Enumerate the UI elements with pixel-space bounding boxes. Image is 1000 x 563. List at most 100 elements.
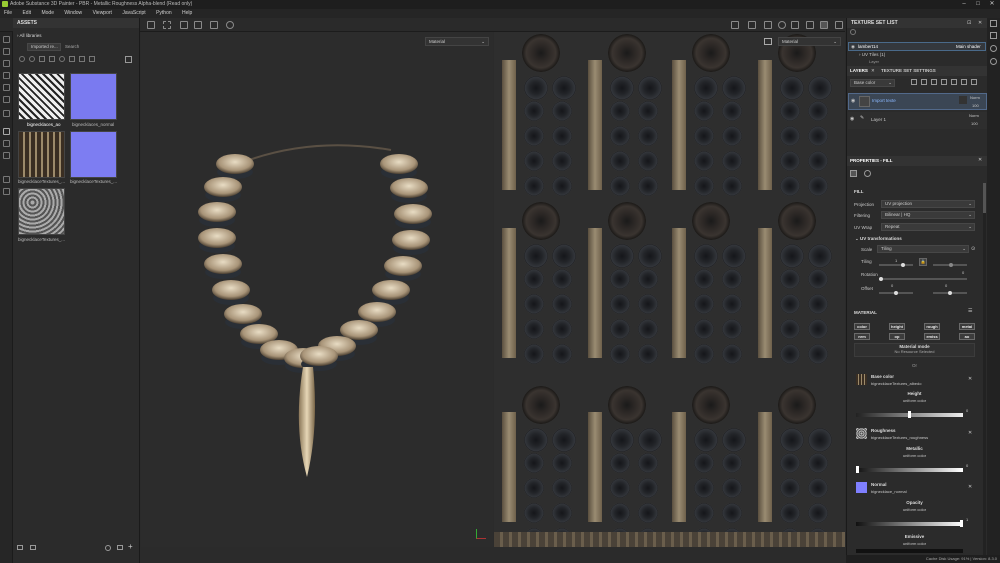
- texture-set-item[interactable]: ◉ lambert14 Main shader: [848, 42, 986, 51]
- display-settings-icon[interactable]: [3, 140, 10, 147]
- screenshot-icon[interactable]: [835, 21, 843, 29]
- add-mask-icon[interactable]: [921, 79, 927, 85]
- scale-dropdown[interactable]: Tiling ⌄: [877, 245, 969, 253]
- menu-javascript[interactable]: JavaScript: [122, 10, 145, 16]
- texture-set-dock-icon[interactable]: [990, 20, 997, 27]
- uv-transformations-label[interactable]: ⌄ UV transformations: [855, 236, 902, 242]
- layer-visibility-icon[interactable]: ◉: [851, 98, 855, 104]
- tiling-lock-icon[interactable]: 🔒: [919, 258, 927, 266]
- paint-tool-icon[interactable]: [3, 36, 10, 43]
- split-icon[interactable]: [194, 21, 202, 29]
- delete-layer-icon[interactable]: [971, 79, 977, 85]
- opacity-slider[interactable]: [856, 522, 963, 526]
- filtering-dropdown[interactable]: Bilinear | HQ ⌄: [881, 211, 975, 219]
- add-folder-icon[interactable]: [961, 79, 967, 85]
- info-dock-icon[interactable]: [990, 58, 997, 65]
- scale-link-icon[interactable]: ⊙: [971, 246, 975, 252]
- add-smart-material-icon[interactable]: [951, 79, 957, 85]
- fill-tab-icon[interactable]: [850, 170, 857, 177]
- layer-row[interactable]: ◉ Import texte Norm 100: [848, 93, 987, 110]
- roughness-swatch[interactable]: [856, 428, 867, 439]
- material-tab-icon[interactable]: [864, 170, 871, 177]
- grid-toggle-icon[interactable]: [125, 56, 132, 63]
- filters-icon[interactable]: [69, 56, 75, 62]
- material-mode-box[interactable]: Material mode No Resource Selected: [854, 343, 975, 357]
- emissive-color-bar[interactable]: [856, 549, 963, 553]
- alphas-icon[interactable]: [79, 56, 85, 62]
- log-icon[interactable]: [3, 188, 10, 195]
- layer-blend-mode[interactable]: Norm: [970, 95, 980, 100]
- channel-color-toggle[interactable]: color: [854, 323, 870, 330]
- camera-2d-icon[interactable]: [764, 21, 772, 29]
- viewport-2d[interactable]: Material ⌄: [494, 32, 845, 547]
- channel-metal-toggle[interactable]: metal: [959, 323, 975, 330]
- metallic-slider[interactable]: [856, 468, 963, 472]
- add-paint-layer-icon[interactable]: [931, 79, 937, 85]
- history-panel-icon[interactable]: [3, 176, 10, 183]
- projection-dropdown[interactable]: UV projection ⌄: [881, 200, 975, 208]
- polygon-fill-icon[interactable]: [3, 72, 10, 79]
- channel-ao-toggle[interactable]: ao: [959, 333, 975, 340]
- video-camera-icon[interactable]: [791, 21, 799, 29]
- tab-layers[interactable]: LAYERS: [850, 68, 868, 73]
- maximize-button[interactable]: □: [972, 0, 984, 9]
- materials-icon[interactable]: [29, 56, 35, 62]
- properties-scrollbar[interactable]: [983, 183, 986, 563]
- texture-set-pin-icon[interactable]: ⊡: [967, 20, 971, 26]
- bake-icon[interactable]: [3, 128, 10, 135]
- tab-close-icon[interactable]: ✕: [871, 68, 875, 74]
- layer-row[interactable]: ◉ ✎ Layer 1 Norm 100: [848, 112, 987, 129]
- uv-wrap-dropdown[interactable]: Repeat ⌄: [881, 223, 975, 231]
- layers-dock-icon[interactable]: [990, 32, 997, 39]
- eye-icon[interactable]: ◉: [851, 44, 855, 50]
- asset-thumb-roughness[interactable]: [18, 188, 65, 235]
- metallic-slider-handle[interactable]: [856, 466, 859, 473]
- list-view-icon[interactable]: [17, 545, 23, 550]
- properties-close-icon[interactable]: ✕: [978, 157, 982, 163]
- smudge-tool-icon[interactable]: [3, 84, 10, 91]
- opacity-slider-handle[interactable]: [960, 520, 963, 527]
- shader-settings-icon[interactable]: [3, 152, 10, 159]
- channel-op-toggle[interactable]: op: [889, 333, 905, 340]
- selection-icon[interactable]: [163, 21, 171, 29]
- base-color-clear-icon[interactable]: ✕: [968, 376, 972, 382]
- minimize-button[interactable]: –: [958, 0, 970, 9]
- tiling-slider-v[interactable]: [933, 263, 967, 267]
- import-icon[interactable]: [30, 545, 36, 550]
- menu-python[interactable]: Python: [156, 10, 172, 16]
- menu-help[interactable]: Help: [182, 10, 192, 16]
- add-fill-layer-icon[interactable]: [941, 79, 947, 85]
- height-number[interactable]: 0: [966, 408, 968, 413]
- add-icon[interactable]: [210, 21, 218, 29]
- projection-tool-icon[interactable]: [3, 60, 10, 67]
- roughness-clear-icon[interactable]: ✕: [968, 430, 972, 436]
- offset-slider-v[interactable]: [933, 291, 967, 295]
- all-assets-icon[interactable]: [19, 56, 25, 62]
- layer-opacity[interactable]: 100: [972, 103, 979, 108]
- channel-dropdown[interactable]: Base color ⌄: [850, 79, 895, 87]
- opacity-number[interactable]: 1: [966, 517, 968, 522]
- clone-tool-icon[interactable]: [3, 96, 10, 103]
- tiling-value[interactable]: 1: [895, 258, 897, 263]
- folder-icon[interactable]: [117, 545, 123, 550]
- symmetry-icon[interactable]: [180, 21, 188, 29]
- base-color-swatch[interactable]: [856, 374, 867, 385]
- refresh-icon[interactable]: [105, 545, 111, 551]
- channel-nrm-toggle[interactable]: nrm: [854, 333, 870, 340]
- offset-slider-u[interactable]: [879, 291, 913, 295]
- offset-y-value[interactable]: 0: [945, 283, 947, 288]
- paint-brush-icon[interactable]: [820, 21, 828, 29]
- pause-icon[interactable]: [748, 21, 756, 29]
- normal-swatch[interactable]: [856, 482, 867, 493]
- picker-tool-icon[interactable]: [3, 110, 10, 117]
- asset-thumb-normal-2[interactable]: [70, 131, 117, 178]
- close-button[interactable]: ✕: [986, 0, 998, 9]
- texture-set-settings-icon[interactable]: [850, 29, 856, 35]
- environment-icon[interactable]: [89, 56, 95, 62]
- layer-blend-mode[interactable]: Norm: [969, 113, 979, 118]
- all-libraries-link[interactable]: › All libraries: [17, 33, 42, 38]
- render-icon[interactable]: [778, 21, 786, 29]
- material-menu-icon[interactable]: ☰: [968, 308, 972, 314]
- metallic-number[interactable]: 0: [966, 463, 968, 468]
- menu-edit[interactable]: Edit: [22, 10, 31, 16]
